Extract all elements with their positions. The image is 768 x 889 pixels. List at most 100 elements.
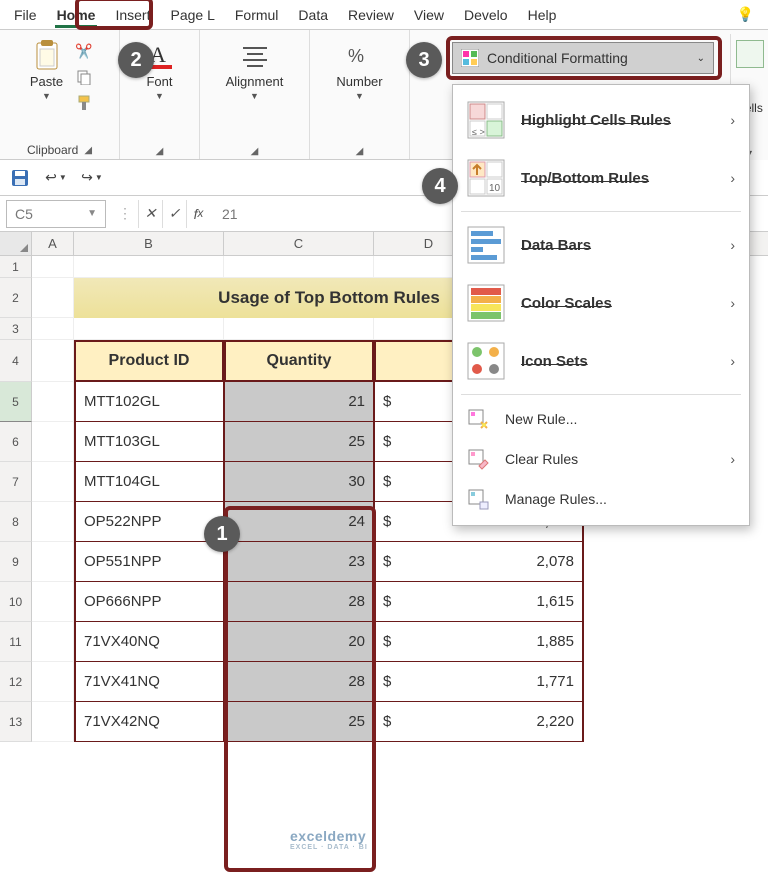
menu-top-bottom-rules[interactable]: 10 Top/Bottom Rules › [453, 149, 749, 207]
menu-page-layout[interactable]: Page L [160, 3, 224, 27]
row-header[interactable]: 7 [0, 462, 32, 502]
cell-price[interactable]: $2,078 [374, 542, 584, 582]
menu-insert[interactable]: Insert [105, 3, 160, 27]
menu-home[interactable]: Home [47, 3, 106, 27]
cell[interactable] [32, 422, 74, 462]
cell-price[interactable]: $1,885 [374, 622, 584, 662]
dialog-launcher-icon[interactable]: ◢ [356, 146, 364, 157]
column-header[interactable]: A [32, 232, 74, 255]
dropdown-icon[interactable]: ▼ [87, 208, 97, 219]
row-header[interactable]: 4 [0, 340, 32, 382]
cell[interactable] [32, 462, 74, 502]
menu-formulas[interactable]: Formul [225, 3, 289, 27]
cell-quantity[interactable]: 20 [224, 622, 374, 662]
row-header[interactable]: 13 [0, 702, 32, 742]
redo-button[interactable]: ↪▼ [80, 166, 104, 190]
row-header[interactable]: 10 [0, 582, 32, 622]
row-header[interactable]: 2 [0, 278, 32, 318]
cell-quantity[interactable]: 28 [224, 662, 374, 702]
cut-button[interactable]: ✂️ [73, 40, 95, 62]
cell-product-id[interactable]: 71VX41NQ [74, 662, 224, 702]
cell-product-id[interactable]: MTT104GL [74, 462, 224, 502]
row-header[interactable]: 6 [0, 422, 32, 462]
save-button[interactable] [8, 166, 32, 190]
menu-help[interactable]: Help [518, 3, 567, 27]
menu-clear-rules[interactable]: Clear Rules › [453, 439, 749, 479]
cell-product-id[interactable]: MTT102GL [74, 382, 224, 422]
cell-quantity[interactable]: 25 [224, 422, 374, 462]
menu-data[interactable]: Data [288, 3, 338, 27]
cell-quantity[interactable]: 24 [224, 502, 374, 542]
name-box[interactable]: C5 ▼ [6, 200, 106, 228]
row-header[interactable]: 5 [0, 382, 32, 422]
cell[interactable] [32, 702, 74, 742]
menu-icon-sets[interactable]: Icon Sets › [453, 332, 749, 390]
menu-file[interactable]: File [4, 3, 47, 27]
dialog-launcher-icon[interactable]: ◢ [156, 146, 164, 157]
percent-icon: % [344, 40, 376, 72]
row-header[interactable]: 11 [0, 622, 32, 662]
menu-view[interactable]: View [404, 3, 454, 27]
cell[interactable] [32, 278, 74, 318]
cell-price[interactable]: $2,220 [374, 702, 584, 742]
menu-review[interactable]: Review [338, 3, 404, 27]
cell-quantity[interactable]: 25 [224, 702, 374, 742]
cell[interactable] [224, 256, 374, 278]
cell-price[interactable]: $1,771 [374, 662, 584, 702]
menu-developer[interactable]: Develo [454, 3, 518, 27]
menu-new-rule[interactable]: New Rule... [453, 399, 749, 439]
cell[interactable] [224, 318, 374, 340]
menu-manage-rules[interactable]: Manage Rules... [453, 479, 749, 519]
format-painter-button[interactable] [73, 92, 95, 114]
cell[interactable] [32, 256, 74, 278]
cell[interactable] [32, 622, 74, 662]
cell[interactable] [32, 340, 74, 382]
menu-separator [461, 211, 741, 212]
cell[interactable] [32, 502, 74, 542]
paste-button[interactable]: Paste ▼ [24, 36, 69, 114]
cell-product-id[interactable]: OP551NPP [74, 542, 224, 582]
cell-price[interactable]: $1,615 [374, 582, 584, 622]
row-header[interactable]: 12 [0, 662, 32, 702]
cancel-formula-button[interactable]: ✕ [138, 200, 162, 228]
insert-cells-icon[interactable] [736, 40, 764, 68]
row-header[interactable]: 3 [0, 318, 32, 340]
cell-quantity[interactable]: 23 [224, 542, 374, 582]
copy-icon [76, 69, 92, 85]
cell[interactable] [32, 542, 74, 582]
cell-quantity[interactable]: 30 [224, 462, 374, 502]
cell-quantity[interactable]: 21 [224, 382, 374, 422]
cell[interactable] [74, 318, 224, 340]
cell[interactable] [32, 662, 74, 702]
column-header[interactable]: B [74, 232, 224, 255]
column-header[interactable]: C [224, 232, 374, 255]
menu-data-bars[interactable]: Data Bars › [453, 216, 749, 274]
row-header[interactable]: 8 [0, 502, 32, 542]
cell[interactable] [32, 318, 74, 340]
menu-highlight-cells-rules[interactable]: ≤ > Highlight Cells Rules › [453, 91, 749, 149]
copy-button[interactable] [73, 66, 95, 88]
dialog-launcher-icon[interactable]: ◢ [84, 145, 92, 156]
cell[interactable] [74, 256, 224, 278]
cell-product-id[interactable]: MTT103GL [74, 422, 224, 462]
number-group-button[interactable]: % Number ▼ [330, 36, 388, 105]
fx-button[interactable]: fx [186, 200, 210, 228]
row-header[interactable]: 1 [0, 256, 32, 278]
cell-product-id[interactable]: OP522NPP [74, 502, 224, 542]
cell-quantity[interactable]: 28 [224, 582, 374, 622]
cell[interactable] [32, 582, 74, 622]
enter-formula-button[interactable]: ✓ [162, 200, 186, 228]
cell[interactable] [32, 382, 74, 422]
conditional-formatting-button[interactable]: Conditional Formatting ⌄ [452, 42, 714, 74]
cell-product-id[interactable]: 71VX40NQ [74, 622, 224, 662]
alignment-group-button[interactable]: Alignment ▼ [220, 36, 290, 105]
row-header[interactable]: 9 [0, 542, 32, 582]
select-all-button[interactable] [0, 232, 32, 255]
undo-button[interactable]: ↩▼ [44, 166, 68, 190]
dialog-launcher-icon[interactable]: ◢ [251, 146, 259, 157]
expand-icon[interactable]: ⋮ [112, 205, 138, 222]
cell-product-id[interactable]: 71VX42NQ [74, 702, 224, 742]
menu-color-scales[interactable]: Color Scales › [453, 274, 749, 332]
tell-me-icon[interactable]: 💡 [727, 2, 764, 27]
cell-product-id[interactable]: OP666NPP [74, 582, 224, 622]
